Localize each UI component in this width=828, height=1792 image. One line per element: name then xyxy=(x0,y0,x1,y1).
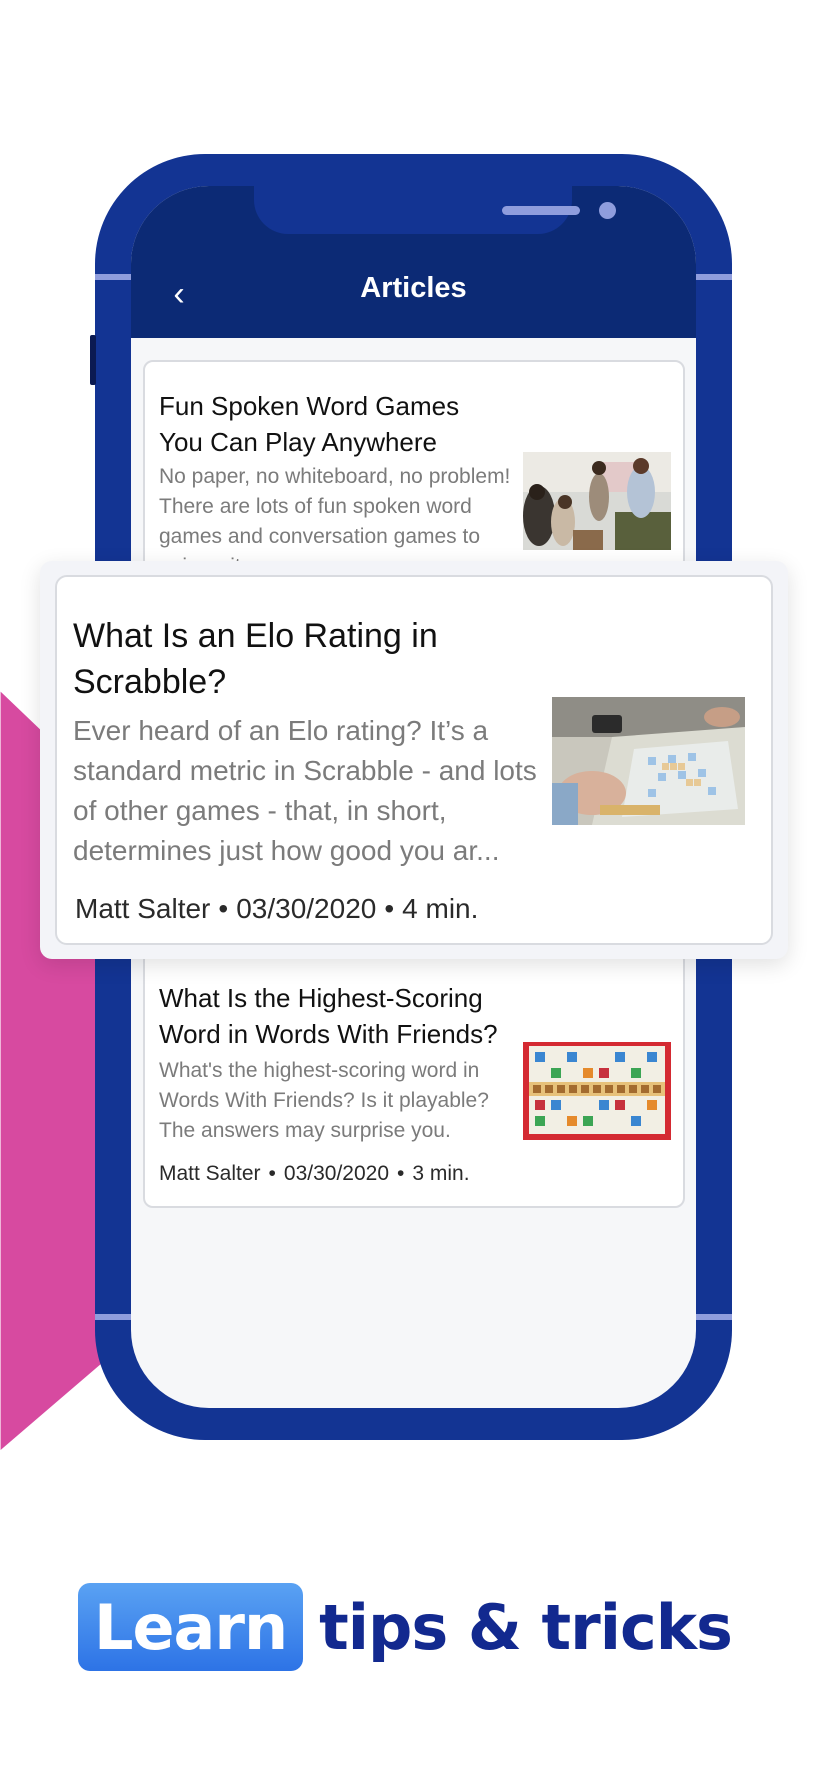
promo-headline: Learn tips & tricks xyxy=(78,1582,733,1672)
meta-separator: • xyxy=(218,893,229,924)
article-meta: Matt Salter • 03/30/2020 • 4 min. xyxy=(75,893,478,925)
article-title: What Is the Highest-Scoring Word in Word… xyxy=(159,983,498,1049)
app-header: ‹ Articles xyxy=(131,186,696,338)
scrabble-board-photo xyxy=(552,697,745,825)
article-title: What Is an Elo Rating in Scrabble? xyxy=(73,617,438,701)
phone-band-right-bottom xyxy=(696,1314,732,1320)
article-date: 03/30/2020 xyxy=(283,1162,390,1185)
article-date: 03/30/2020 xyxy=(236,893,377,924)
meta-separator: • xyxy=(384,893,395,924)
article-author: Matt Salter xyxy=(159,1162,261,1185)
phone-band-right-top xyxy=(696,274,732,280)
article-read-time: 3 min. xyxy=(412,1162,470,1185)
article-card[interactable]: Fun Spoken Word Games You Can Play Anywh… xyxy=(143,360,685,570)
article-author: Matt Salter xyxy=(75,893,211,924)
article-excerpt: What's the highest-scoring word in Words… xyxy=(159,1059,489,1142)
featured-article-card[interactable]: What Is an Elo Rating in Scrabble? Ever … xyxy=(55,575,773,945)
article-excerpt: Ever heard of an Elo rating? It’s a stan… xyxy=(73,715,537,866)
article-card[interactable]: What Is the Highest-Scoring Word in Word… xyxy=(143,950,685,1208)
phone-band-left-bottom xyxy=(95,1314,131,1320)
article-meta: Matt Salter • 03/30/2020 • 3 min. xyxy=(159,1162,470,1186)
phone-band-left-top xyxy=(95,274,131,280)
headline-text: tips & tricks xyxy=(319,1590,733,1664)
front-camera xyxy=(599,202,616,219)
headline-highlight: Learn xyxy=(78,1583,304,1671)
meta-separator: • xyxy=(268,1162,276,1185)
phone-notch xyxy=(254,186,616,234)
people-playing-photo xyxy=(523,452,671,550)
phone-mute-switch xyxy=(90,335,96,385)
article-title: Fun Spoken Word Games You Can Play Anywh… xyxy=(159,391,460,457)
promo-screen: ‹ Articles Fun Spoken Word Games You Can… xyxy=(0,0,828,1792)
words-with-friends-board-photo xyxy=(523,1042,671,1140)
speaker-grille xyxy=(502,206,580,215)
article-read-time: 4 min. xyxy=(402,893,479,924)
featured-article-highlight: What Is an Elo Rating in Scrabble? Ever … xyxy=(40,561,788,959)
article-excerpt: No paper, no whiteboard, no problem! The… xyxy=(159,465,511,568)
meta-separator: • xyxy=(397,1162,405,1185)
page-title: Articles xyxy=(360,272,467,304)
